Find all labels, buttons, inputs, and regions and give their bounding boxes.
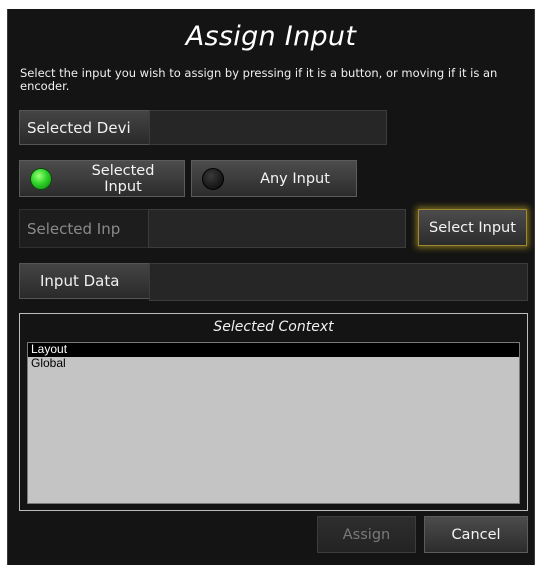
selected-input-toggle[interactable]: Selected Input	[19, 160, 185, 197]
selected-device-field	[149, 110, 387, 145]
input-data-label: Input Data	[19, 263, 149, 299]
led-on-icon	[30, 168, 52, 190]
any-input-toggle-label: Any Input	[260, 170, 330, 187]
cancel-button[interactable]: Cancel	[424, 516, 528, 553]
assign-button[interactable]: Assign	[317, 516, 416, 553]
selected-input-toggle-label: Selected Input	[91, 162, 155, 195]
context-list[interactable]: Layout Global	[27, 342, 520, 504]
context-item-global[interactable]: Global	[28, 357, 519, 371]
led-off-icon	[202, 168, 224, 190]
select-input-button[interactable]: Select Input	[418, 209, 527, 246]
context-panel: Selected Context Layout Global	[19, 313, 528, 511]
input-data-field	[149, 263, 528, 301]
selected-input-label: Selected Inp	[19, 209, 148, 248]
selected-input-field	[148, 209, 406, 248]
context-item-layout[interactable]: Layout	[28, 343, 519, 357]
assign-input-dialog: Assign Input Select the input you wish t…	[7, 9, 535, 565]
selected-device-label: Selected Devi	[19, 110, 149, 145]
any-input-toggle[interactable]: Any Input	[191, 160, 357, 197]
dialog-title: Assign Input	[185, 21, 357, 52]
dialog-description: Select the input you wish to assign by p…	[20, 66, 498, 93]
context-title: Selected Context	[213, 319, 334, 335]
